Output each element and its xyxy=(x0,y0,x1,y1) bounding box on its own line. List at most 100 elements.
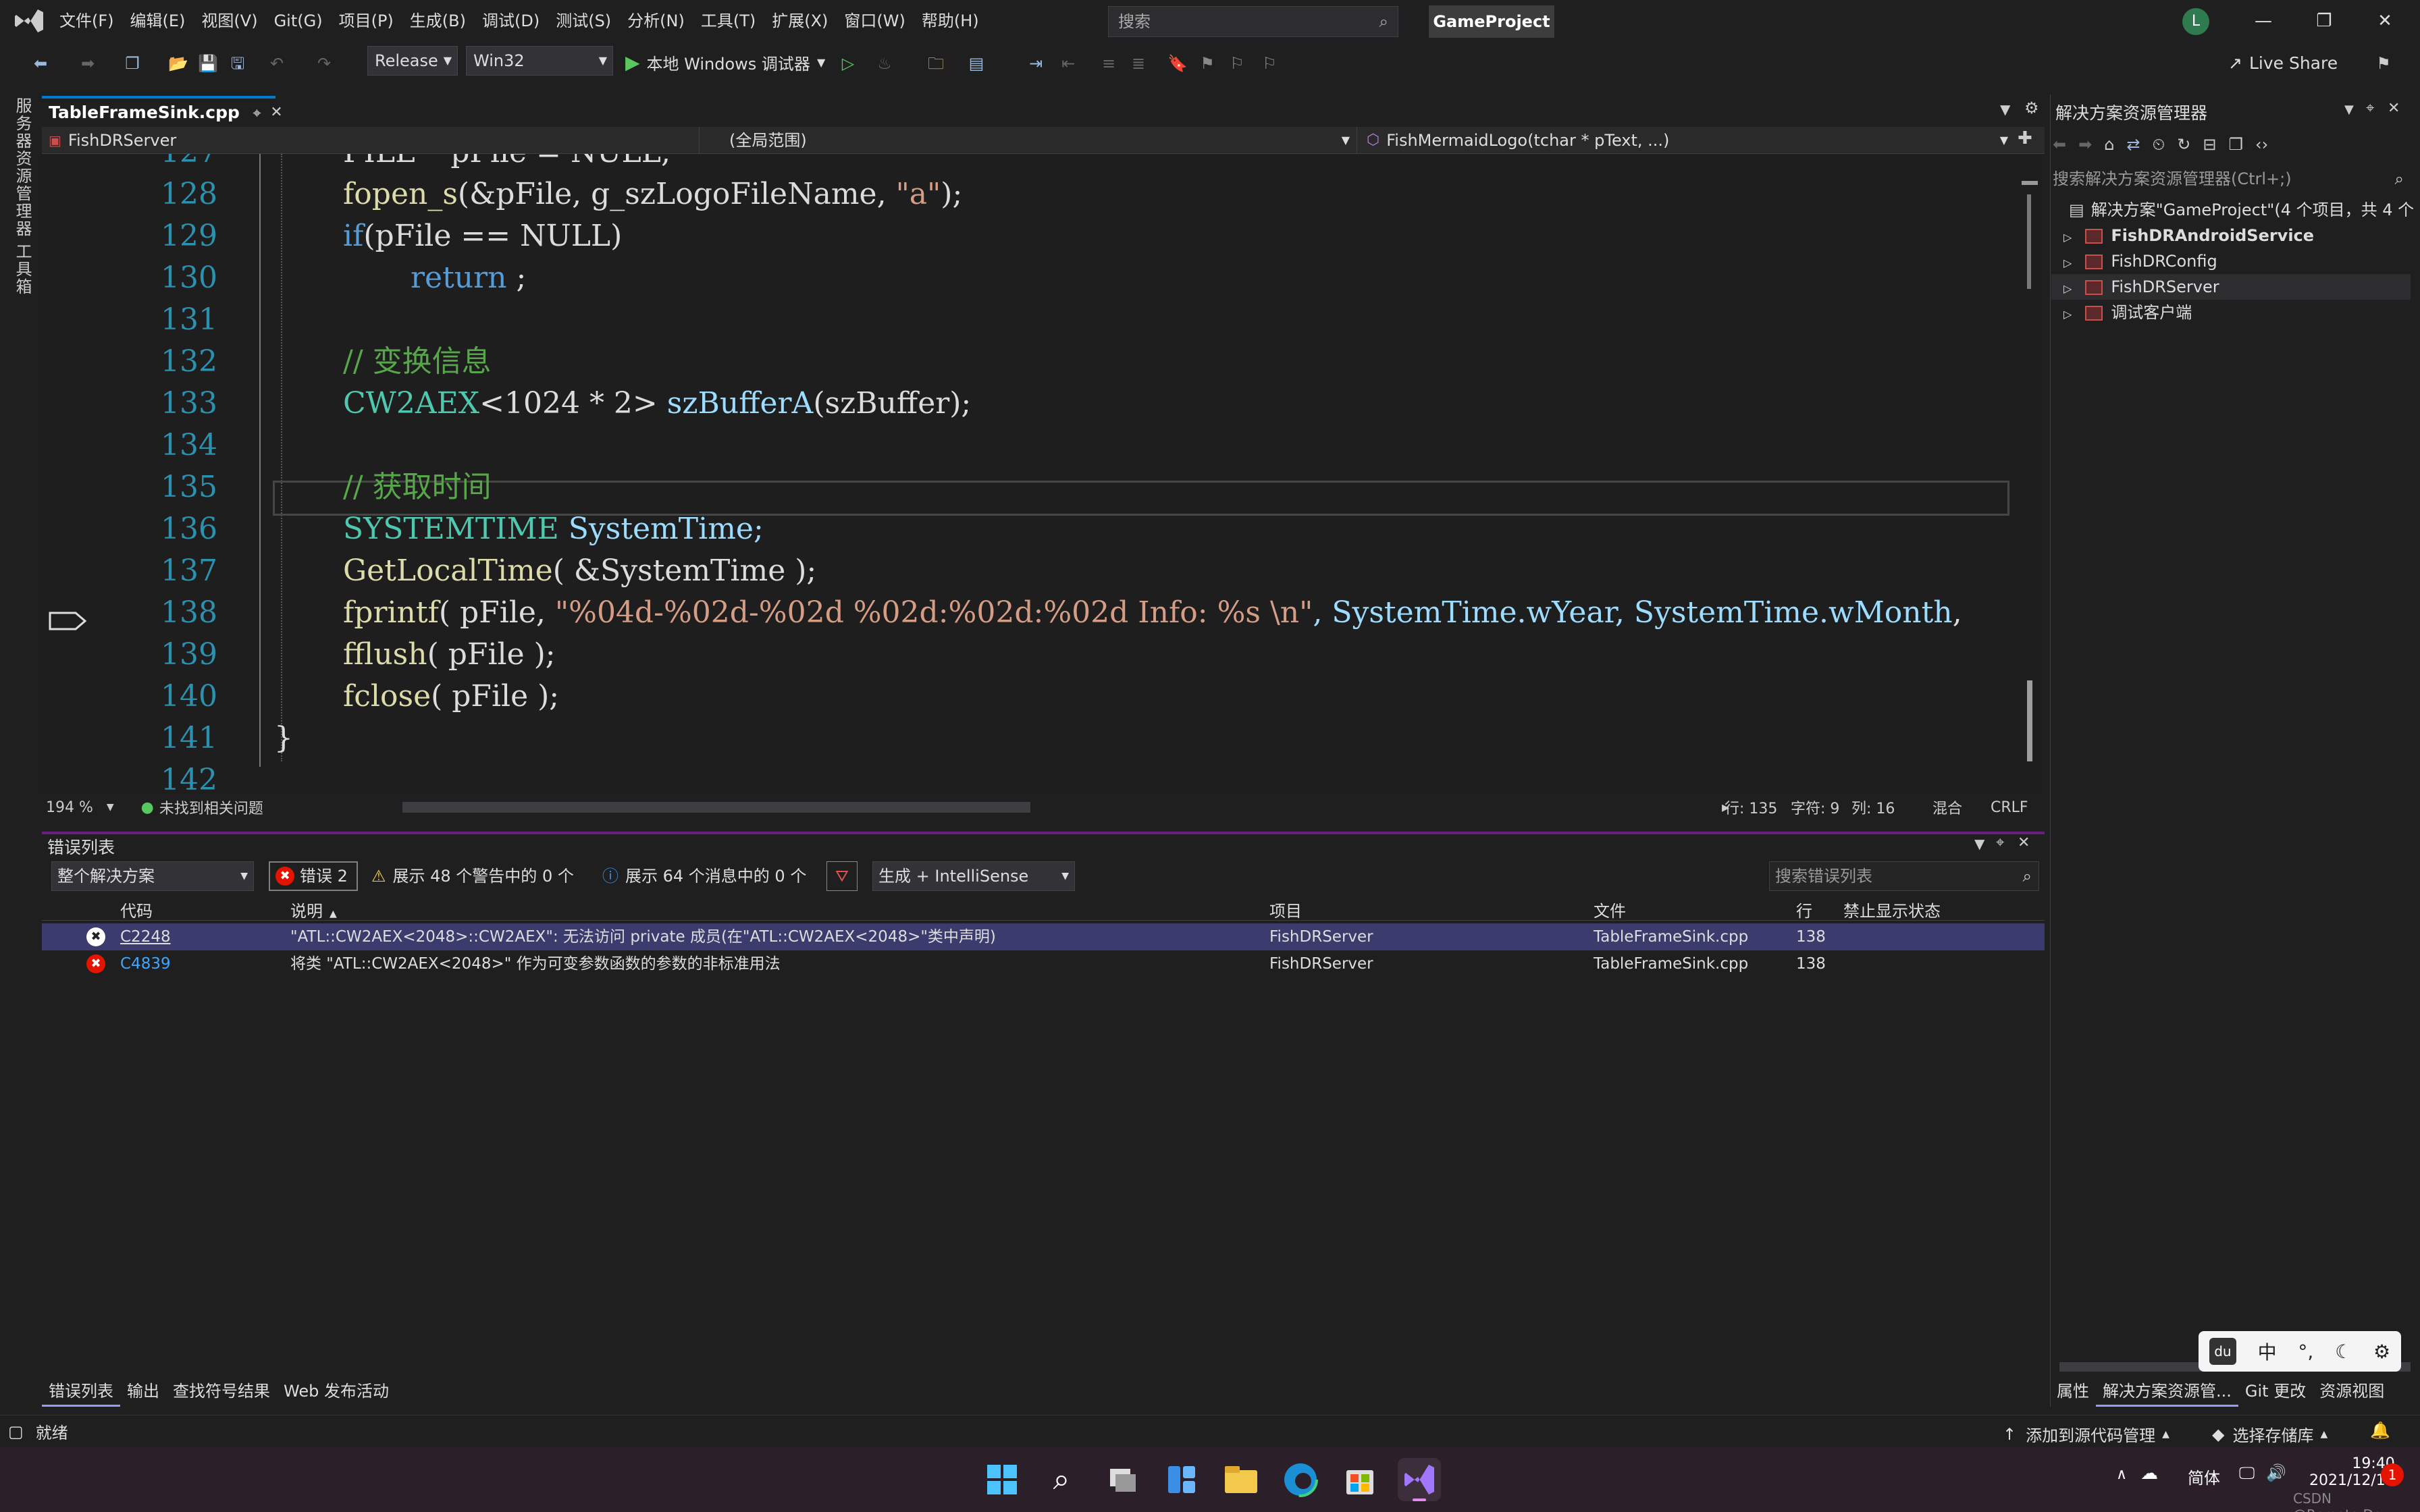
outdent-icon[interactable]: ≣ xyxy=(1125,50,1152,77)
menu-test[interactable]: 测试(S) xyxy=(548,0,619,42)
column-description[interactable]: 说明 ▲ xyxy=(290,898,337,921)
chevron-down-icon[interactable]: ▼ xyxy=(107,802,114,813)
tab-resource-view[interactable]: 资源视图 xyxy=(2313,1376,2391,1407)
home-icon[interactable]: ⌂ xyxy=(2104,135,2114,154)
tree-item-project[interactable]: ▷ FishDRServer xyxy=(2063,274,2219,300)
tree-item-project[interactable]: ▷ FishDRAndroidService xyxy=(2063,223,2314,248)
menu-edit[interactable]: 编辑(E) xyxy=(122,0,194,42)
nav-member-dropdown[interactable]: ⬡ FishMermaidLogo(tchar * pText, ...) ▼ xyxy=(1360,127,2015,154)
tab-web-publish-activity[interactable]: Web 发布活动 xyxy=(277,1376,396,1407)
indent-icon[interactable]: ≡ xyxy=(1095,50,1122,77)
tree-item-project[interactable]: ▷ FishDRConfig xyxy=(2063,248,2217,274)
error-code-link[interactable]: C2248 xyxy=(120,923,171,950)
status-col[interactable]: 列: 16 xyxy=(1851,796,1895,818)
back-icon[interactable]: ⬅ xyxy=(2053,135,2066,154)
expand-icon[interactable]: ▷ xyxy=(2063,282,2072,295)
next-bookmark-icon[interactable]: ⚐ xyxy=(1224,50,1251,77)
menu-debug[interactable]: 调试(D) xyxy=(474,0,548,42)
folder-view-icon[interactable]: 🗀 xyxy=(922,50,949,77)
search-input[interactable]: 搜索 ⌕ xyxy=(1108,6,1398,37)
expand-icon[interactable]: ▷ xyxy=(2063,256,2072,269)
select-repo-button[interactable]: ◆ 选择存储库 ▲ xyxy=(2212,1422,2327,1446)
onedrive-icon[interactable]: ☁ xyxy=(2140,1463,2158,1484)
menu-file[interactable]: 文件(F) xyxy=(51,0,122,42)
visual-studio-taskbar-icon[interactable] xyxy=(1398,1458,1441,1501)
table-row[interactable]: ✖ C4839 将类 "ATL::CW2AEX<2048>" 作为可变参数函数的… xyxy=(42,950,2045,977)
step-icon[interactable]: ⇥ xyxy=(1022,50,1049,77)
tab-error-list[interactable]: 错误列表 xyxy=(42,1376,120,1407)
status-eol[interactable]: CRLF xyxy=(1991,799,2028,816)
menu-project[interactable]: 项目(P) xyxy=(331,0,402,42)
back-icon[interactable]: ⬅ xyxy=(27,50,54,77)
start-debugger-button[interactable]: ▶ 本地 Windows 调试器 ▼ xyxy=(625,47,825,77)
nav-scope-dropdown[interactable]: (全局范围) ▼ xyxy=(702,127,1357,154)
live-share-button[interactable]: ↗ Live Share xyxy=(2228,49,2338,78)
bookmark-icon[interactable]: 🔖 xyxy=(1164,50,1191,77)
menu-build[interactable]: 生成(B) xyxy=(402,0,474,42)
source-dropdown[interactable]: 生成 + IntelliSense ▼ xyxy=(872,861,1075,891)
pin-icon[interactable]: ⌖ xyxy=(2366,100,2374,117)
platform-dropdown[interactable]: Win32 ▼ xyxy=(466,46,613,76)
chevron-up-icon[interactable]: ∧ xyxy=(2116,1466,2127,1483)
settings-gear-icon[interactable]: ⚙ xyxy=(2024,99,2039,117)
close-tab-icon[interactable]: ✕ xyxy=(270,99,282,127)
tab-find-symbol-results[interactable]: 查找符号结果 xyxy=(166,1376,277,1407)
horizontal-scrollbar[interactable] xyxy=(402,802,1030,813)
ime-mode[interactable]: 中 xyxy=(2258,1338,2277,1365)
configuration-dropdown[interactable]: Release ▼ xyxy=(367,46,458,76)
code-editor[interactable]: 127 128 129 130 131 132 133 134 135 136 … xyxy=(42,154,2020,794)
nav-project-dropdown[interactable]: ▣ FishDRServer xyxy=(45,127,700,154)
column-code[interactable]: 代码 xyxy=(120,898,153,921)
refresh-icon[interactable]: ↻ xyxy=(2177,135,2190,154)
start-icon[interactable] xyxy=(980,1458,1024,1501)
column-suppression[interactable]: 禁止显示状态 xyxy=(1843,898,1941,921)
expand-icon[interactable]: ▷ xyxy=(2063,308,2072,321)
error-search-input[interactable]: 搜索错误列表 ⌕ xyxy=(1769,861,2039,891)
tree-item-project[interactable]: ▷ 调试客户端 xyxy=(2063,300,2192,325)
new-item-icon[interactable]: ❐ xyxy=(119,50,146,77)
menu-view[interactable]: 视图(V) xyxy=(193,0,265,42)
switch-views-icon[interactable]: ⇄ xyxy=(2126,135,2140,154)
table-row[interactable]: ✖ C2248 "ATL::CW2AEX<2048>::CW2AEX": 无法访… xyxy=(42,923,2045,950)
messages-filter-button[interactable]: ⓘ 展示 64 个消息中的 0 个 xyxy=(602,861,806,891)
notification-badge[interactable]: 1 xyxy=(2381,1463,2404,1486)
close-icon[interactable]: ✕ xyxy=(2366,5,2404,36)
notification-bell-icon[interactable]: 🔔 xyxy=(2370,1421,2390,1440)
pending-changes-icon[interactable]: ⏲ xyxy=(2153,135,2165,154)
start-without-debugging-icon[interactable]: ▷ xyxy=(835,50,862,77)
status-whitespace[interactable]: 混合 xyxy=(1932,796,1962,818)
menu-analyze[interactable]: 分析(N) xyxy=(619,0,693,42)
collapse-all-icon[interactable]: ⊟ xyxy=(2203,135,2216,154)
show-all-files-icon[interactable]: ❐ xyxy=(2229,135,2244,154)
tab-properties[interactable]: 属性 xyxy=(2050,1376,2096,1407)
menu-extensions[interactable]: 扩展(X) xyxy=(764,0,836,42)
widgets-icon[interactable] xyxy=(1160,1458,1203,1501)
tab-git-changes[interactable]: Git 更改 xyxy=(2238,1376,2313,1407)
tab-solution-explorer[interactable]: 解决方案资源管... xyxy=(2096,1376,2238,1407)
panel-menu-icon[interactable]: ▼ xyxy=(2344,103,2354,117)
gear-icon[interactable]: ⚙ xyxy=(2373,1341,2390,1363)
panel-menu-icon[interactable]: ▼ xyxy=(1974,836,1984,852)
pin-icon[interactable]: ⌖ xyxy=(253,99,261,127)
server-explorer-tab[interactable]: 服务器资源管理器 xyxy=(11,97,34,238)
clear-bookmark-icon[interactable]: ⚐ xyxy=(1256,50,1283,77)
save-all-icon[interactable]: 🖫 xyxy=(224,50,251,77)
vertical-scrollbar[interactable] xyxy=(2018,154,2042,794)
feedback-icon[interactable]: ⚑ xyxy=(2370,50,2397,77)
store-icon[interactable] xyxy=(1338,1458,1382,1501)
input-language[interactable]: 简体 xyxy=(2188,1465,2220,1488)
scope-dropdown[interactable]: 整个解决方案 ▼ xyxy=(51,861,254,891)
minimize-icon[interactable]: — xyxy=(2244,5,2282,36)
pin-icon[interactable]: ⌖ xyxy=(1996,834,2004,851)
hot-reload-icon[interactable]: ♨ xyxy=(871,50,898,77)
breakpoint-margin[interactable] xyxy=(42,154,89,794)
split-icon[interactable]: ✚ xyxy=(2018,128,2032,148)
restore-icon[interactable]: ❐ xyxy=(2305,5,2343,36)
solution-root[interactable]: ▤ 解决方案"GameProject"(4 个项目，共 4 个 xyxy=(2069,197,2414,223)
solution-search-input[interactable]: 搜索解决方案资源管理器(Ctrl+;) ⌕ xyxy=(2053,165,2411,193)
ime-punctuation[interactable]: °, xyxy=(2298,1341,2313,1363)
open-folder-icon[interactable]: 📂 xyxy=(165,50,192,77)
menu-git[interactable]: Git(G) xyxy=(266,0,331,42)
undo-icon[interactable]: ↶ xyxy=(263,50,290,77)
tab-overflow-icon[interactable]: ▼ xyxy=(2000,101,2010,117)
